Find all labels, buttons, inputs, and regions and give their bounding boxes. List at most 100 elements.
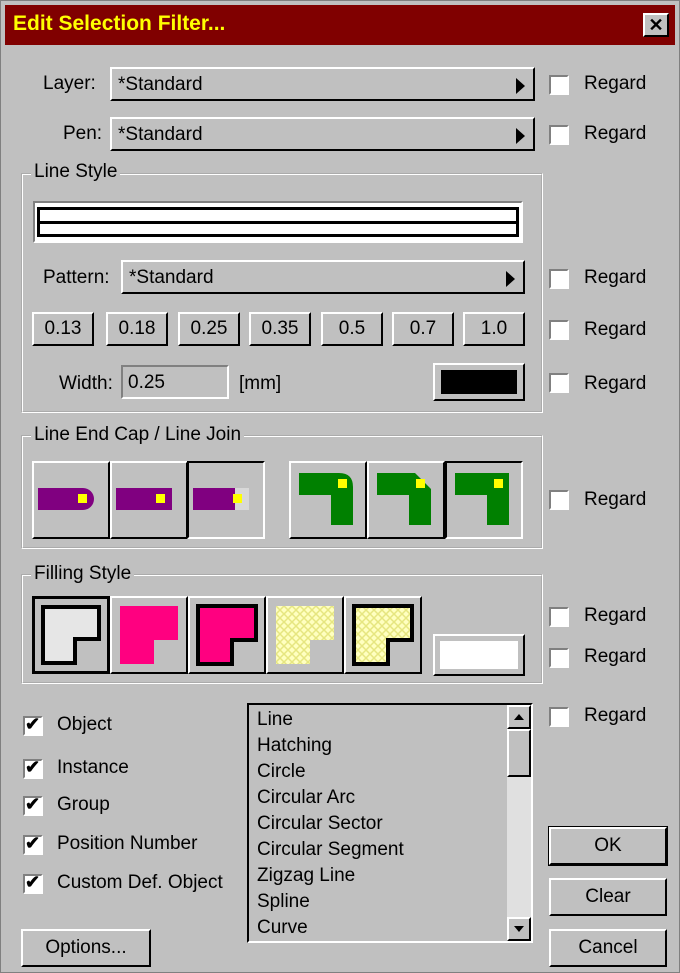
layer-label: Layer: xyxy=(43,73,96,94)
element-type-regard-checkbox[interactable] xyxy=(549,707,569,727)
square-cap-button[interactable] xyxy=(110,461,188,539)
list-item[interactable]: Circular Segment xyxy=(257,839,404,861)
scroll-up-button[interactable] xyxy=(507,705,531,729)
clear-button[interactable]: Clear xyxy=(549,878,667,916)
fill-color-swatch xyxy=(440,641,518,669)
title-bar[interactable]: Edit Selection Filter... ✕ xyxy=(5,5,675,45)
width-input-value: 0.25 xyxy=(128,372,165,393)
end-cap-regard-checkbox[interactable] xyxy=(549,490,569,510)
fill-solid-button[interactable] xyxy=(110,596,188,674)
line-color-button[interactable] xyxy=(433,363,525,401)
end-cap-regard-label: Regard xyxy=(584,489,647,510)
edit-selection-filter-dialog: Edit Selection Filter... ✕ Layer: *Stand… xyxy=(0,0,680,973)
layer-select[interactable]: *Standard xyxy=(110,67,535,101)
width-1-0-button[interactable]: 1.0 xyxy=(463,312,525,346)
position-number-checkbox[interactable] xyxy=(23,833,43,855)
width-0-13-button[interactable]: 0.13 xyxy=(32,312,94,346)
square-cap-icon xyxy=(116,488,172,510)
pen-label: Pen: xyxy=(63,123,103,144)
element-type-list[interactable]: Line Hatching Circle Circular Arc Circul… xyxy=(247,703,533,943)
ok-button[interactable]: OK xyxy=(548,826,668,866)
list-item[interactable]: Line xyxy=(257,709,293,731)
list-scrollbar[interactable] xyxy=(507,705,531,941)
scroll-down-button[interactable] xyxy=(507,917,531,941)
line-color-swatch xyxy=(441,370,517,394)
pattern-regard-checkbox[interactable] xyxy=(549,269,569,289)
flat-cap-button[interactable] xyxy=(187,461,265,539)
instance-checkbox[interactable] xyxy=(23,757,43,779)
arrow-right-icon xyxy=(516,128,525,144)
round-cap-icon xyxy=(38,488,94,510)
list-item[interactable]: Zigzag Line xyxy=(257,865,355,887)
pattern-regard-label: Regard xyxy=(584,267,647,288)
width-input[interactable]: 0.25 xyxy=(121,365,229,399)
pattern-label: Pattern: xyxy=(43,267,110,288)
list-item[interactable]: Hatching xyxy=(257,735,332,757)
pen-regard-checkbox[interactable] xyxy=(549,125,569,145)
width-regard-checkbox[interactable] xyxy=(549,373,569,393)
pen-regard-label: Regard xyxy=(584,123,647,144)
fill-none-button[interactable] xyxy=(32,596,110,674)
custom-def-object-checkbox[interactable] xyxy=(23,872,43,894)
width-0-18-button[interactable]: 0.18 xyxy=(106,312,168,346)
list-item[interactable]: Spline xyxy=(257,891,310,913)
round-cap-button[interactable] xyxy=(32,461,110,539)
arrow-right-icon xyxy=(506,271,515,287)
list-item[interactable]: Circular Sector xyxy=(257,813,383,835)
pattern-select-value: *Standard xyxy=(129,267,214,288)
pattern-select[interactable]: *Standard xyxy=(121,260,525,294)
fill-color-regard-checkbox[interactable] xyxy=(549,648,569,668)
width-0-25-button[interactable]: 0.25 xyxy=(178,312,240,346)
list-item[interactable]: Circular Arc xyxy=(257,787,355,809)
object-checkbox[interactable] xyxy=(23,714,43,736)
fill-color-button[interactable] xyxy=(433,634,525,676)
pen-select[interactable]: *Standard xyxy=(110,117,535,151)
fill-none-icon xyxy=(41,605,101,665)
options-button[interactable]: Options... xyxy=(21,929,151,967)
layer-regard-checkbox[interactable] xyxy=(549,75,569,95)
fill-hatch-border-button[interactable] xyxy=(344,596,422,674)
end-cap-join-title: Line End Cap / Line Join xyxy=(31,424,245,446)
arrow-up-icon xyxy=(514,714,524,720)
fill-solid-border-button[interactable] xyxy=(188,596,266,674)
bevel-join-button[interactable] xyxy=(367,461,445,539)
scroll-thumb[interactable] xyxy=(507,729,531,777)
round-join-button[interactable] xyxy=(289,461,367,539)
group-checkbox[interactable] xyxy=(23,794,43,816)
filling-regard-checkbox[interactable] xyxy=(549,607,569,627)
fill-hatch-icon xyxy=(276,606,334,664)
miter-join-button[interactable] xyxy=(445,461,523,539)
custom-def-object-label: Custom Def. Object xyxy=(57,872,223,893)
element-type-regard-label: Regard xyxy=(584,705,647,726)
fill-hatch-border-icon xyxy=(352,604,414,666)
fill-color-regard-label: Regard xyxy=(584,646,647,667)
list-item[interactable]: Circle xyxy=(257,761,306,783)
flat-cap-icon xyxy=(193,488,249,510)
width-preset-regard-checkbox[interactable] xyxy=(549,320,569,340)
object-label: Object xyxy=(57,714,112,735)
filling-style-title: Filling Style xyxy=(31,563,135,585)
line-style-title: Line Style xyxy=(31,161,121,183)
width-unit: [mm] xyxy=(239,373,282,394)
pen-select-value: *Standard xyxy=(118,124,203,145)
instance-label: Instance xyxy=(57,757,129,778)
window-title: Edit Selection Filter... xyxy=(13,12,226,35)
width-label: Width: xyxy=(59,373,113,394)
bevel-join-icon xyxy=(377,473,431,525)
arrow-down-icon xyxy=(514,926,524,932)
fill-hatch-button[interactable] xyxy=(266,596,344,674)
layer-regard-label: Regard xyxy=(584,73,647,94)
width-preset-regard-label: Regard xyxy=(584,319,647,340)
filling-regard-label: Regard xyxy=(584,605,647,626)
cancel-button[interactable]: Cancel xyxy=(549,929,667,967)
close-button[interactable]: ✕ xyxy=(643,13,669,37)
round-join-icon xyxy=(299,473,353,525)
width-regard-label: Regard xyxy=(584,373,647,394)
arrow-right-icon xyxy=(516,78,525,94)
fill-solid-icon xyxy=(120,606,178,664)
close-icon: ✕ xyxy=(648,14,664,35)
list-item[interactable]: Curve xyxy=(257,917,308,939)
width-0-35-button[interactable]: 0.35 xyxy=(249,312,311,346)
width-0-5-button[interactable]: 0.5 xyxy=(321,312,383,346)
width-0-7-button[interactable]: 0.7 xyxy=(392,312,454,346)
